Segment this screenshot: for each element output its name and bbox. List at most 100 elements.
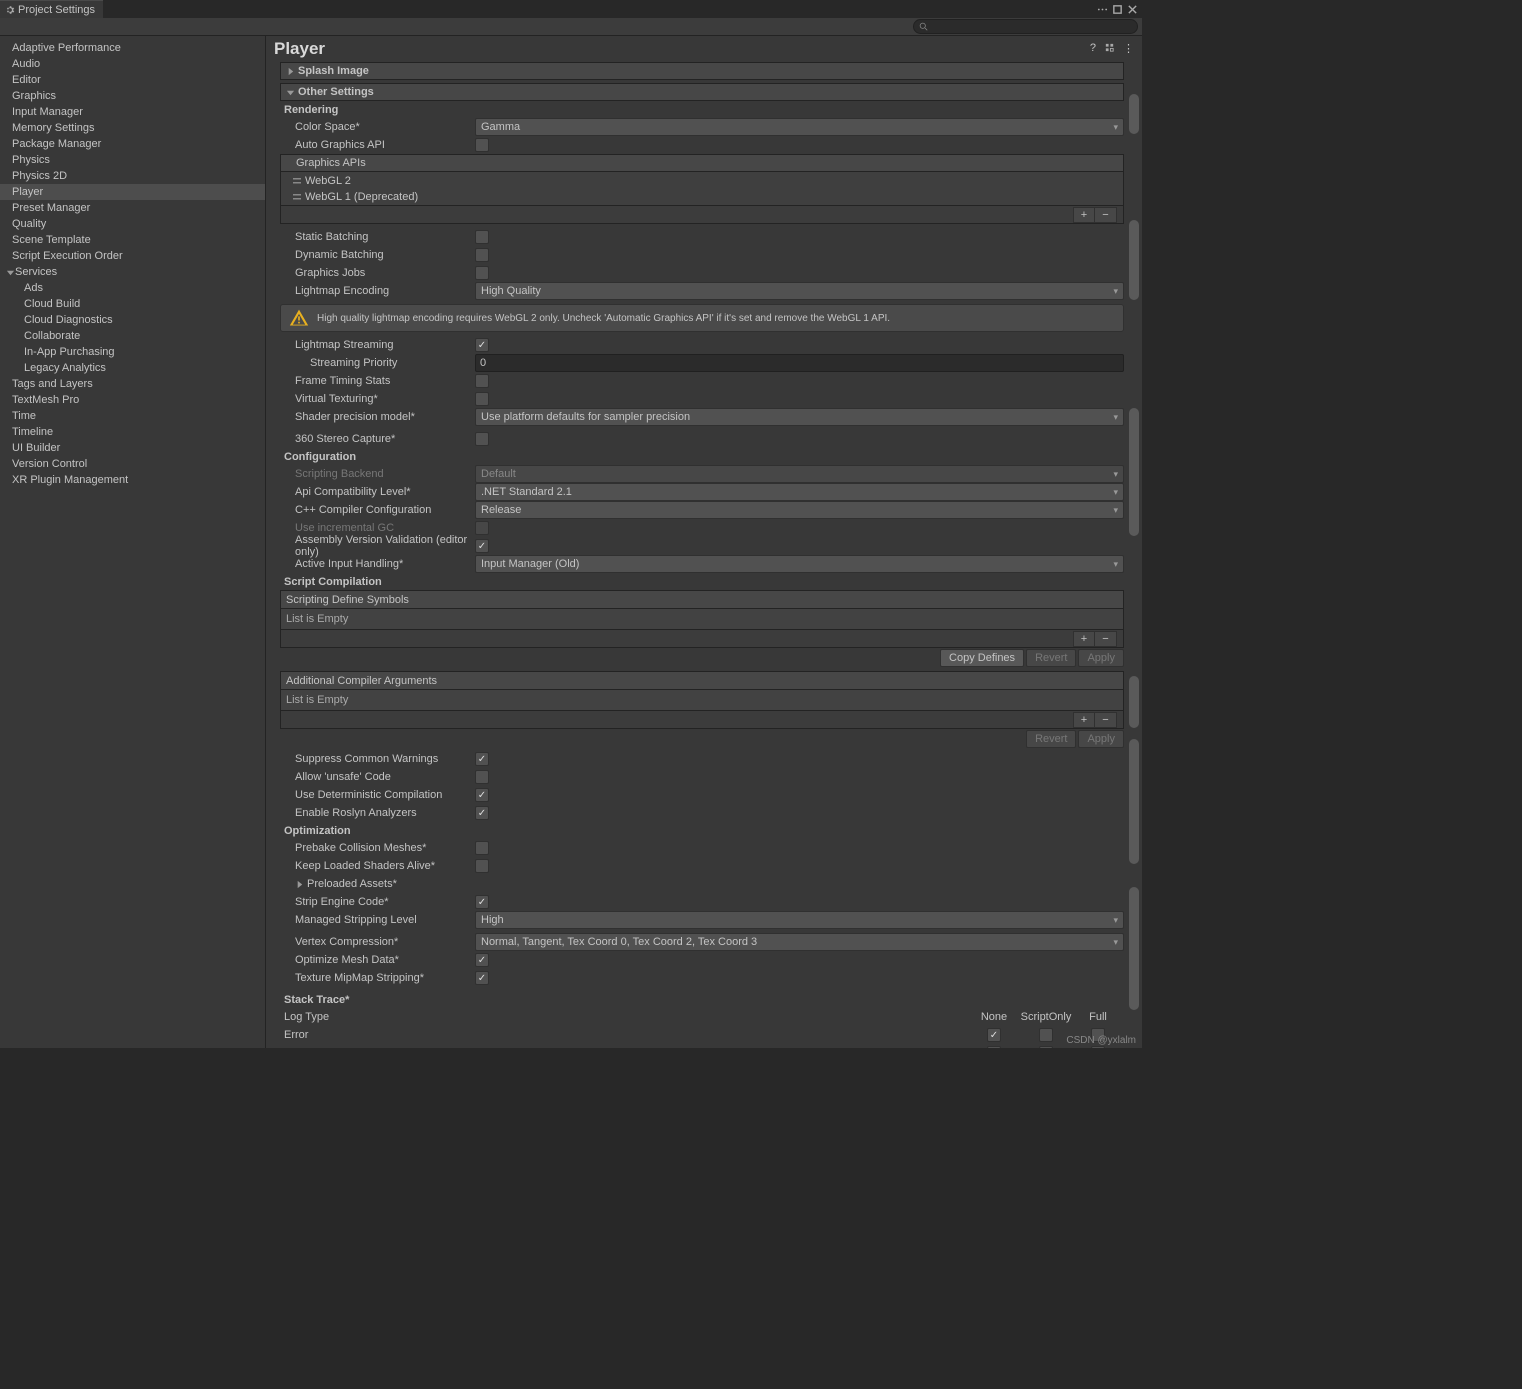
api-list-item[interactable]: WebGL 2 xyxy=(280,172,1124,189)
section-splash-image[interactable]: Splash Image xyxy=(280,62,1124,80)
checkbox-virtual-texturing[interactable] xyxy=(475,392,489,406)
copy-defines-button[interactable]: Copy Defines xyxy=(940,649,1024,667)
section-other-settings[interactable]: Other Settings xyxy=(280,83,1124,101)
dropdown-vertex-compression[interactable]: Normal, Tangent, Tex Coord 0, Tex Coord … xyxy=(475,933,1124,951)
more-icon[interactable]: ⋮ xyxy=(1123,42,1134,56)
drag-handle-icon[interactable] xyxy=(293,193,301,201)
sidebar-item-collaborate[interactable]: Collaborate xyxy=(0,328,265,344)
checkbox-keep-shaders[interactable] xyxy=(475,859,489,873)
close-icon[interactable] xyxy=(1127,4,1138,15)
sidebar-item-input-manager[interactable]: Input Manager xyxy=(0,104,265,120)
graphics-apis-footer: + − xyxy=(280,206,1124,224)
sidebar-item-adaptive-performance[interactable]: Adaptive Performance xyxy=(0,40,265,56)
input-streaming-priority[interactable]: 0 xyxy=(475,354,1124,372)
sidebar-item-player[interactable]: Player xyxy=(0,184,265,200)
dropdown-lightmap-encoding[interactable]: High Quality xyxy=(475,282,1124,300)
checkbox-static-batching[interactable] xyxy=(475,230,489,244)
sidebar-item-version-control[interactable]: Version Control xyxy=(0,456,265,472)
dropdown-shader-precision[interactable]: Use platform defaults for sampler precis… xyxy=(475,408,1124,426)
checkbox-stacktrace[interactable] xyxy=(1039,1028,1053,1042)
sidebar-item-audio[interactable]: Audio xyxy=(0,56,265,72)
dropdown-color-space[interactable]: Gamma xyxy=(475,118,1124,136)
sidebar-item-timeline[interactable]: Timeline xyxy=(0,424,265,440)
checkbox-stacktrace[interactable] xyxy=(1091,1046,1105,1048)
sidebar-item-xr-plugin-management[interactable]: XR Plugin Management xyxy=(0,472,265,488)
dropdown-api-compat[interactable]: .NET Standard 2.1 xyxy=(475,483,1124,501)
dropdown-cpp-compiler[interactable]: Release xyxy=(475,501,1124,519)
checkbox-deterministic[interactable] xyxy=(475,788,489,802)
list-additional-args: Additional Compiler Arguments List is Em… xyxy=(280,671,1124,711)
sidebar-item-ui-builder[interactable]: UI Builder xyxy=(0,440,265,456)
checkbox-incremental-gc xyxy=(475,521,489,535)
checkbox-auto-graphics[interactable] xyxy=(475,138,489,152)
checkbox-prebake[interactable] xyxy=(475,841,489,855)
arrow-down-icon xyxy=(5,267,15,277)
group-rendering: Rendering xyxy=(280,101,1124,118)
sidebar-item-preset-manager[interactable]: Preset Manager xyxy=(0,200,265,216)
checkbox-stacktrace[interactable] xyxy=(987,1028,1001,1042)
checkbox-graphics-jobs[interactable] xyxy=(475,266,489,280)
checkbox-optimize-mesh[interactable] xyxy=(475,953,489,967)
sidebar-item-textmesh-pro[interactable]: TextMesh Pro xyxy=(0,392,265,408)
checkbox-mipmap-stripping[interactable] xyxy=(475,971,489,985)
label-mipmap-stripping: Texture MipMap Stripping* xyxy=(295,972,475,984)
list-empty-label-2: List is Empty xyxy=(281,690,1123,710)
sidebar-item-script-execution-order[interactable]: Script Execution Order xyxy=(0,248,265,264)
sidebar-item-ads[interactable]: Ads xyxy=(0,280,265,296)
dropdown-stripping-level[interactable]: High xyxy=(475,911,1124,929)
scrollbar[interactable] xyxy=(1129,62,1139,1048)
checkbox-strip-engine[interactable] xyxy=(475,895,489,909)
maximize-icon[interactable] xyxy=(1112,4,1123,15)
apply-defines-button: Apply xyxy=(1078,649,1124,667)
label-allow-unsafe: Allow 'unsafe' Code xyxy=(295,771,475,783)
checkbox-frame-timing[interactable] xyxy=(475,374,489,388)
checkbox-stacktrace[interactable] xyxy=(987,1046,1001,1048)
sidebar-item-package-manager[interactable]: Package Manager xyxy=(0,136,265,152)
sidebar-item-physics[interactable]: Physics xyxy=(0,152,265,168)
label-vertex-compression: Vertex Compression* xyxy=(295,936,475,948)
sidebar-item-physics-2d[interactable]: Physics 2D xyxy=(0,168,265,184)
checkbox-360-stereo[interactable] xyxy=(475,432,489,446)
checkbox-assembly-validation[interactable] xyxy=(475,539,489,553)
add-api-button[interactable]: + xyxy=(1073,207,1095,223)
help-icon[interactable]: ? xyxy=(1090,42,1096,56)
sidebar-item-in-app-purchasing[interactable]: In-App Purchasing xyxy=(0,344,265,360)
preset-icon[interactable] xyxy=(1104,42,1115,56)
checkbox-allow-unsafe[interactable] xyxy=(475,770,489,784)
remove-arg-button[interactable]: − xyxy=(1095,712,1117,728)
sidebar-item-cloud-diagnostics[interactable]: Cloud Diagnostics xyxy=(0,312,265,328)
additional-args-header: Additional Compiler Arguments xyxy=(281,672,1123,690)
checkbox-dynamic-batching[interactable] xyxy=(475,248,489,262)
arrow-right-icon[interactable] xyxy=(295,880,304,889)
tab-project-settings[interactable]: Project Settings xyxy=(0,0,103,18)
sidebar-item-legacy-analytics[interactable]: Legacy Analytics xyxy=(0,360,265,376)
dropdown-active-input[interactable]: Input Manager (Old) xyxy=(475,555,1124,573)
label-streaming-priority: Streaming Priority xyxy=(310,357,475,369)
add-define-button[interactable]: + xyxy=(1073,631,1095,647)
sidebar-item-memory-settings[interactable]: Memory Settings xyxy=(0,120,265,136)
label-virtual-texturing: Virtual Texturing* xyxy=(295,393,475,405)
sidebar-item-graphics[interactable]: Graphics xyxy=(0,88,265,104)
api-list-item[interactable]: WebGL 1 (Deprecated) xyxy=(280,189,1124,206)
add-arg-button[interactable]: + xyxy=(1073,712,1095,728)
sidebar-item-editor[interactable]: Editor xyxy=(0,72,265,88)
search-input[interactable] xyxy=(913,19,1138,34)
checkbox-stacktrace[interactable] xyxy=(1039,1046,1053,1048)
sidebar-item-quality[interactable]: Quality xyxy=(0,216,265,232)
stack-trace-header: Log Type None ScriptOnly Full xyxy=(284,1008,1124,1026)
search-icon xyxy=(919,22,928,31)
label-lightmap-encoding: Lightmap Encoding xyxy=(295,285,475,297)
label-shader-precision: Shader precision model* xyxy=(295,411,475,423)
sidebar-item-scene-template[interactable]: Scene Template xyxy=(0,232,265,248)
remove-api-button[interactable]: − xyxy=(1095,207,1117,223)
sidebar-item-tags-and-layers[interactable]: Tags and Layers xyxy=(0,376,265,392)
checkbox-roslyn[interactable] xyxy=(475,806,489,820)
remove-define-button[interactable]: − xyxy=(1095,631,1117,647)
checkbox-suppress-warnings[interactable] xyxy=(475,752,489,766)
drag-handle-icon[interactable] xyxy=(293,177,301,185)
sidebar-item-services[interactable]: Services xyxy=(0,264,265,280)
menu-icon[interactable] xyxy=(1097,4,1108,15)
sidebar-item-time[interactable]: Time xyxy=(0,408,265,424)
sidebar-item-cloud-build[interactable]: Cloud Build xyxy=(0,296,265,312)
checkbox-lightmap-streaming[interactable] xyxy=(475,338,489,352)
